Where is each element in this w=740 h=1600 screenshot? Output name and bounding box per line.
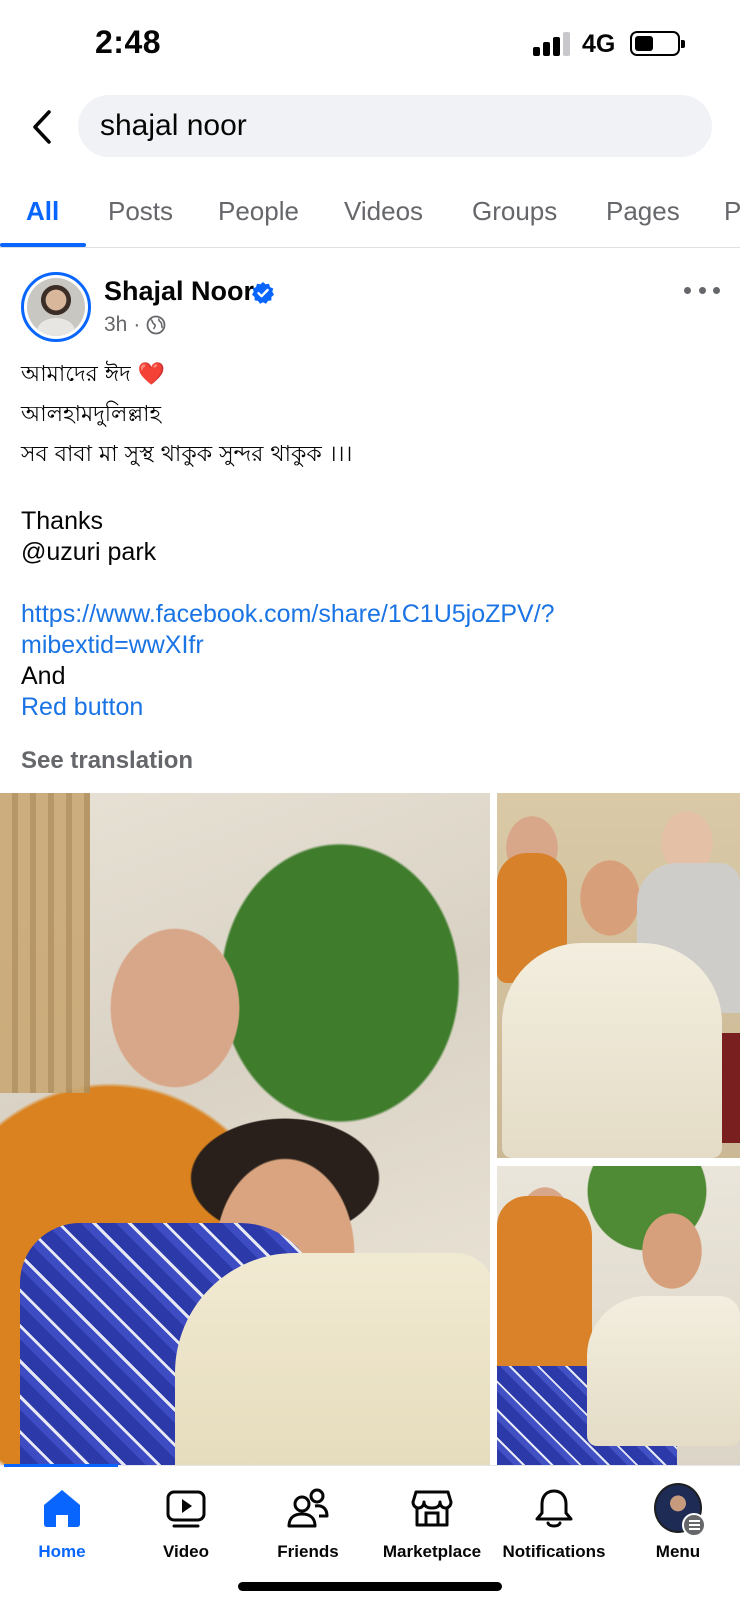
post-photo-bottom-right[interactable] <box>497 1166 740 1465</box>
post-photo-top-right[interactable] <box>497 793 740 1158</box>
post-line: Thanks <box>21 507 103 535</box>
nav-label: Marketplace <box>382 1542 482 1561</box>
menu-avatar <box>654 1483 706 1537</box>
photo-kurta <box>175 1253 490 1465</box>
search-tabs: All Posts People Videos Groups Pages P <box>0 186 740 248</box>
post-meta: 3h · <box>104 313 166 337</box>
status-time: 2:48 <box>95 24 162 60</box>
meta-separator: · <box>133 313 141 336</box>
post-photo-main[interactable] <box>0 793 490 1465</box>
status-bar: 2:48 4G <box>0 0 740 88</box>
post-text: আমাদের ঈদ ❤️ আলহামদুলিল্লাহ সব বাবা মা স… <box>21 355 721 723</box>
nav-marketplace[interactable]: Marketplace <box>370 1484 494 1562</box>
see-translation-link[interactable]: See translation <box>21 747 193 775</box>
home-indicator <box>238 1582 502 1591</box>
share-link-continued[interactable]: mibextid=wwXIfr <box>21 630 721 661</box>
video-icon <box>162 1484 210 1532</box>
photo-dupatta <box>497 1196 592 1386</box>
photo-curtain <box>0 793 90 1093</box>
menu-hamburger-icon <box>682 1513 706 1537</box>
tab-people[interactable]: People <box>218 196 299 227</box>
nav-label: Video <box>163 1542 209 1561</box>
tab-groups[interactable]: Groups <box>472 196 557 227</box>
menu-icon-wrapper <box>654 1483 706 1537</box>
signal-icon <box>533 32 571 56</box>
red-button-link[interactable]: Red button <box>21 692 721 723</box>
nav-home[interactable]: Home <box>0 1484 124 1562</box>
post-time: 3h <box>104 313 128 336</box>
friends-icon <box>284 1484 332 1532</box>
tab-pages[interactable]: Pages <box>606 196 680 227</box>
post-line: And <box>21 662 66 690</box>
bottom-nav: Home Video Friends Marketplace Notificat… <box>0 1464 740 1600</box>
post-line: আলহামদুলিল্লাহ <box>21 402 162 427</box>
nav-notifications[interactable]: Notifications <box>492 1484 616 1562</box>
search-input[interactable] <box>100 109 712 143</box>
battery-icon <box>630 31 685 56</box>
nav-label: Home <box>38 1542 86 1561</box>
back-button[interactable] <box>22 102 62 152</box>
post-line: সব বাবা মা সুস্থ থাকুক সুন্দর থাকুক ।।। <box>21 442 353 467</box>
more-dot-icon <box>713 286 720 294</box>
home-icon <box>38 1484 86 1532</box>
active-tab-indicator <box>0 243 86 247</box>
more-options-button[interactable] <box>684 280 720 300</box>
mention-link[interactable]: @uzuri park <box>21 537 721 568</box>
nav-active-indicator <box>4 1464 118 1467</box>
more-dot-icon <box>698 286 706 294</box>
tab-posts[interactable]: Posts <box>108 196 173 227</box>
tab-videos[interactable]: Videos <box>344 196 423 227</box>
share-link[interactable]: https://www.facebook.com/share/1C1U5joZP… <box>21 599 721 630</box>
search-bar[interactable] <box>78 95 712 157</box>
photo-kurta <box>587 1296 740 1446</box>
nav-label: Friends <box>277 1542 339 1561</box>
more-dot-icon <box>684 286 691 294</box>
post-line-blank <box>21 568 721 599</box>
nav-label: Notifications <box>502 1542 606 1561</box>
author-avatar[interactable] <box>21 272 91 342</box>
avatar-image <box>27 278 85 336</box>
verified-badge-icon <box>252 282 274 304</box>
tab-more[interactable]: P <box>724 196 740 227</box>
tab-all[interactable]: All <box>26 196 59 227</box>
nav-friends[interactable]: Friends <box>246 1484 370 1562</box>
nav-video[interactable]: Video <box>124 1484 248 1562</box>
nav-menu[interactable]: Menu <box>616 1483 740 1562</box>
marketplace-icon <box>408 1484 456 1532</box>
bell-icon <box>530 1484 578 1532</box>
nav-label: Menu <box>655 1542 701 1561</box>
author-name[interactable]: Shajal Noor <box>104 276 254 307</box>
post-line-blank <box>21 475 721 506</box>
globe-icon <box>146 315 166 335</box>
post-line: আমাদের ঈদ ❤️ <box>21 362 166 387</box>
chevron-left-icon <box>33 110 51 144</box>
network-label: 4G <box>582 30 616 58</box>
photo-kurta <box>502 943 722 1158</box>
